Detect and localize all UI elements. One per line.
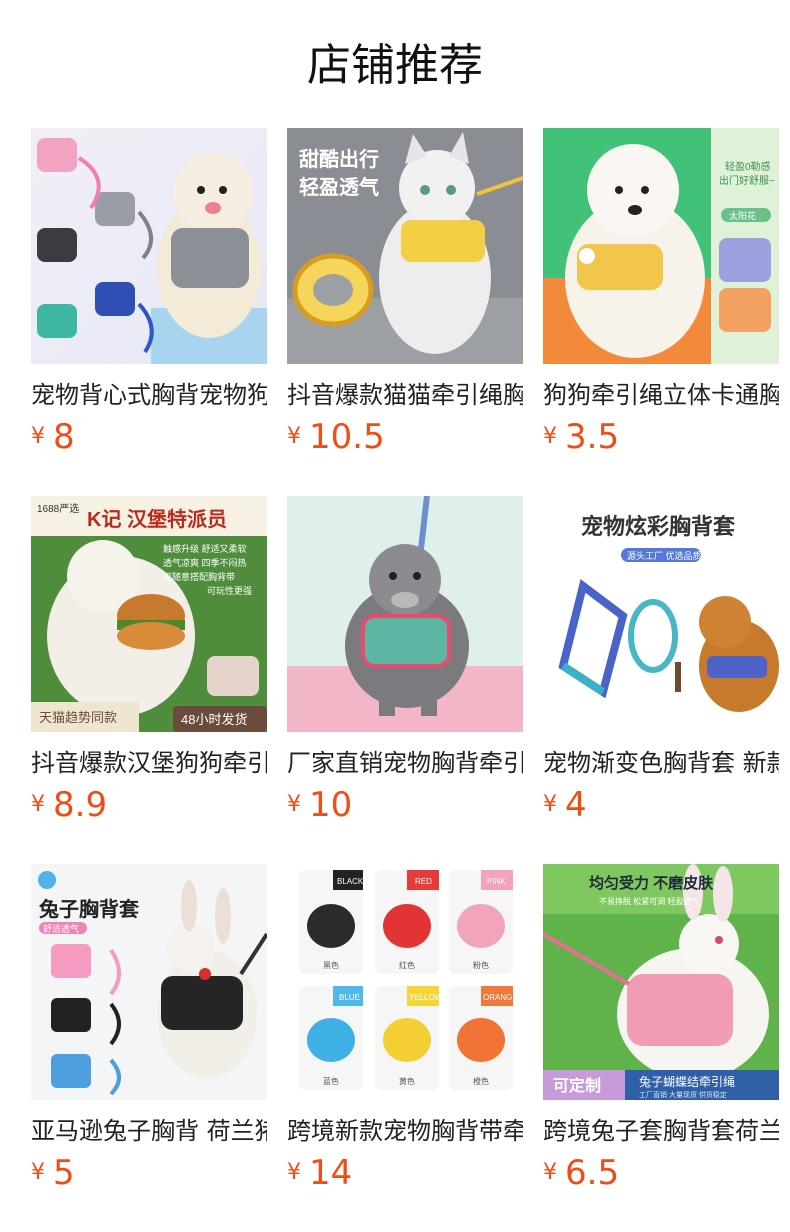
product-name[interactable]: 亚马逊兔子胸背 荷兰猪	[31, 1114, 267, 1148]
product-price: ¥4	[543, 782, 779, 828]
price-amount: 8.9	[53, 785, 108, 825]
image-text: 可玩性更强	[207, 585, 252, 596]
currency-symbol: ¥	[543, 424, 557, 449]
currency-symbol: ¥	[287, 1160, 301, 1185]
product-price: ¥14	[287, 1150, 523, 1196]
image-text: 均匀受力 不磨皮肤	[589, 874, 714, 892]
product-card[interactable]: 厂家直销宠物胸背牵引 ¥10	[287, 496, 523, 836]
image-text: 粉色	[473, 960, 489, 970]
currency-symbol: ¥	[31, 1160, 45, 1185]
image-text: YELLOW	[409, 993, 443, 1002]
product-price: ¥6.5	[543, 1150, 779, 1196]
image-text: 天猫趋势同款	[39, 710, 117, 725]
product-card[interactable]: 兔子胸背套 舒适透气 亚马逊兔子胸背 荷兰猪 ¥5	[31, 864, 267, 1204]
image-text: 工厂直销 大量现货 供货稳定	[639, 1090, 727, 1099]
price-amount: 5	[53, 1153, 75, 1193]
bichon-harness-product-photo[interactable]: 轻盈0勒感 出门好舒服~ 太阳花	[543, 128, 779, 364]
currency-symbol: ¥	[31, 792, 45, 817]
image-text: 橙色	[473, 1076, 489, 1086]
currency-symbol: ¥	[543, 1160, 557, 1185]
schnauzer-harness-product-photo[interactable]	[287, 496, 523, 732]
price-amount: 10.5	[309, 417, 385, 457]
image-text: 黄色	[399, 1076, 415, 1086]
product-name[interactable]: 跨境新款宠物胸背带牵	[287, 1114, 523, 1148]
price-amount: 8	[53, 417, 75, 457]
product-card[interactable]: 宠物背心式胸背宠物狗 ¥8	[31, 128, 267, 468]
product-name[interactable]: 狗狗牵引绳立体卡通胸	[543, 378, 779, 412]
image-text: ORANGE	[483, 993, 518, 1002]
cat-harness-product-photo[interactable]: 甜酷出行 轻盈透气	[287, 128, 523, 364]
image-text: BLACK	[337, 877, 364, 886]
currency-symbol: ¥	[287, 792, 301, 817]
image-text: 不易挣脱 松紧可调 轻盈透气	[599, 896, 699, 906]
image-text: 48小时发货	[181, 712, 247, 727]
image-text: 甜酷出行	[299, 147, 379, 171]
image-text: 兔子胸背套	[38, 897, 139, 921]
image-text: 太阳花	[729, 210, 756, 221]
currency-symbol: ¥	[31, 424, 45, 449]
image-text: 触感升级 舒适又柔软	[163, 543, 247, 554]
product-name[interactable]: 抖音爆款猫猫牵引绳胸	[287, 378, 523, 412]
color-harness-grid-photo[interactable]: BLACK RED PINK BLUE YELLOW ORANGE 黑色 红色 …	[287, 864, 523, 1100]
image-text: 蓝色	[323, 1076, 339, 1086]
image-text: RED	[415, 877, 432, 886]
product-name[interactable]: 跨境兔子套胸背套荷兰	[543, 1114, 779, 1148]
product-price: ¥8.9	[31, 782, 267, 828]
product-name[interactable]: 抖音爆款汉堡狗狗牵引	[31, 746, 267, 780]
bunny-bow-harness-photo[interactable]: 均匀受力 不磨皮肤 不易挣脱 松紧可调 轻盈透气 可定制 兔子蝴蝶结牵引绳 工厂…	[543, 864, 779, 1100]
image-text: 宠物炫彩胸背套	[581, 514, 735, 539]
product-price: ¥3.5	[543, 414, 779, 460]
price-amount: 10	[309, 785, 353, 825]
image-text: 舒适透气	[43, 923, 79, 934]
product-name[interactable]: 厂家直销宠物胸背牵引	[287, 746, 523, 780]
image-text: 可随意搭配胸背带	[163, 571, 235, 582]
product-card[interactable]: 甜酷出行 轻盈透气 抖音爆款猫猫牵引绳胸 ¥10.5	[287, 128, 523, 468]
product-card[interactable]: 1688严选 K记 汉堡特派员 触感升级 舒适又柔软 透气凉爽 四季不闷热 可随…	[31, 496, 267, 836]
product-card[interactable]: BLACK RED PINK BLUE YELLOW ORANGE 黑色 红色 …	[287, 864, 523, 1204]
product-name[interactable]: 宠物渐变色胸背套 新款	[543, 746, 779, 780]
image-text: K记 汉堡特派员	[87, 507, 227, 531]
burger-harness-product-photo[interactable]: 1688严选 K记 汉堡特派员 触感升级 舒适又柔软 透气凉爽 四季不闷热 可随…	[31, 496, 267, 732]
image-text: 源头工厂 优选品质	[627, 550, 702, 561]
image-text: 轻盈透气	[299, 175, 379, 199]
page-title: 店铺推荐	[307, 40, 483, 91]
image-text: 透气凉爽 四季不闷热	[163, 557, 247, 568]
currency-symbol: ¥	[543, 792, 557, 817]
image-text: 黑色	[323, 960, 339, 970]
product-name[interactable]: 宠物背心式胸背宠物狗	[31, 378, 267, 412]
product-price: ¥5	[31, 1150, 267, 1196]
gradient-harness-product-photo[interactable]: 宠物炫彩胸背套 源头工厂 优选品质	[543, 496, 779, 732]
product-price: ¥10	[287, 782, 523, 828]
image-text: PINK	[487, 877, 506, 886]
image-text: BLUE	[339, 993, 360, 1002]
dog-harness-product-photo[interactable]	[31, 128, 267, 364]
image-text: 出门好舒服~	[719, 174, 775, 187]
product-card[interactable]: 轻盈0勒感 出门好舒服~ 太阳花 狗狗牵引绳立体卡通胸 ¥3.5	[543, 128, 779, 468]
image-text: 1688严选	[37, 502, 79, 515]
price-amount: 14	[309, 1153, 353, 1193]
image-text: 可定制	[553, 1076, 601, 1095]
product-price: ¥8	[31, 414, 267, 460]
image-text: 兔子蝴蝶结牵引绳	[639, 1074, 735, 1089]
product-card[interactable]: 宠物炫彩胸背套 源头工厂 优选品质 宠物渐变色胸背套 新款 ¥4	[543, 496, 779, 836]
currency-symbol: ¥	[287, 424, 301, 449]
image-text: 轻盈0勒感	[725, 160, 771, 173]
product-price: ¥10.5	[287, 414, 523, 460]
price-amount: 4	[565, 785, 587, 825]
product-card[interactable]: 均匀受力 不磨皮肤 不易挣脱 松紧可调 轻盈透气 可定制 兔子蝴蝶结牵引绳 工厂…	[543, 864, 779, 1204]
price-amount: 6.5	[565, 1153, 620, 1193]
image-text: 红色	[399, 960, 415, 970]
rabbit-harness-product-photo[interactable]: 兔子胸背套 舒适透气	[31, 864, 267, 1100]
price-amount: 3.5	[565, 417, 620, 457]
